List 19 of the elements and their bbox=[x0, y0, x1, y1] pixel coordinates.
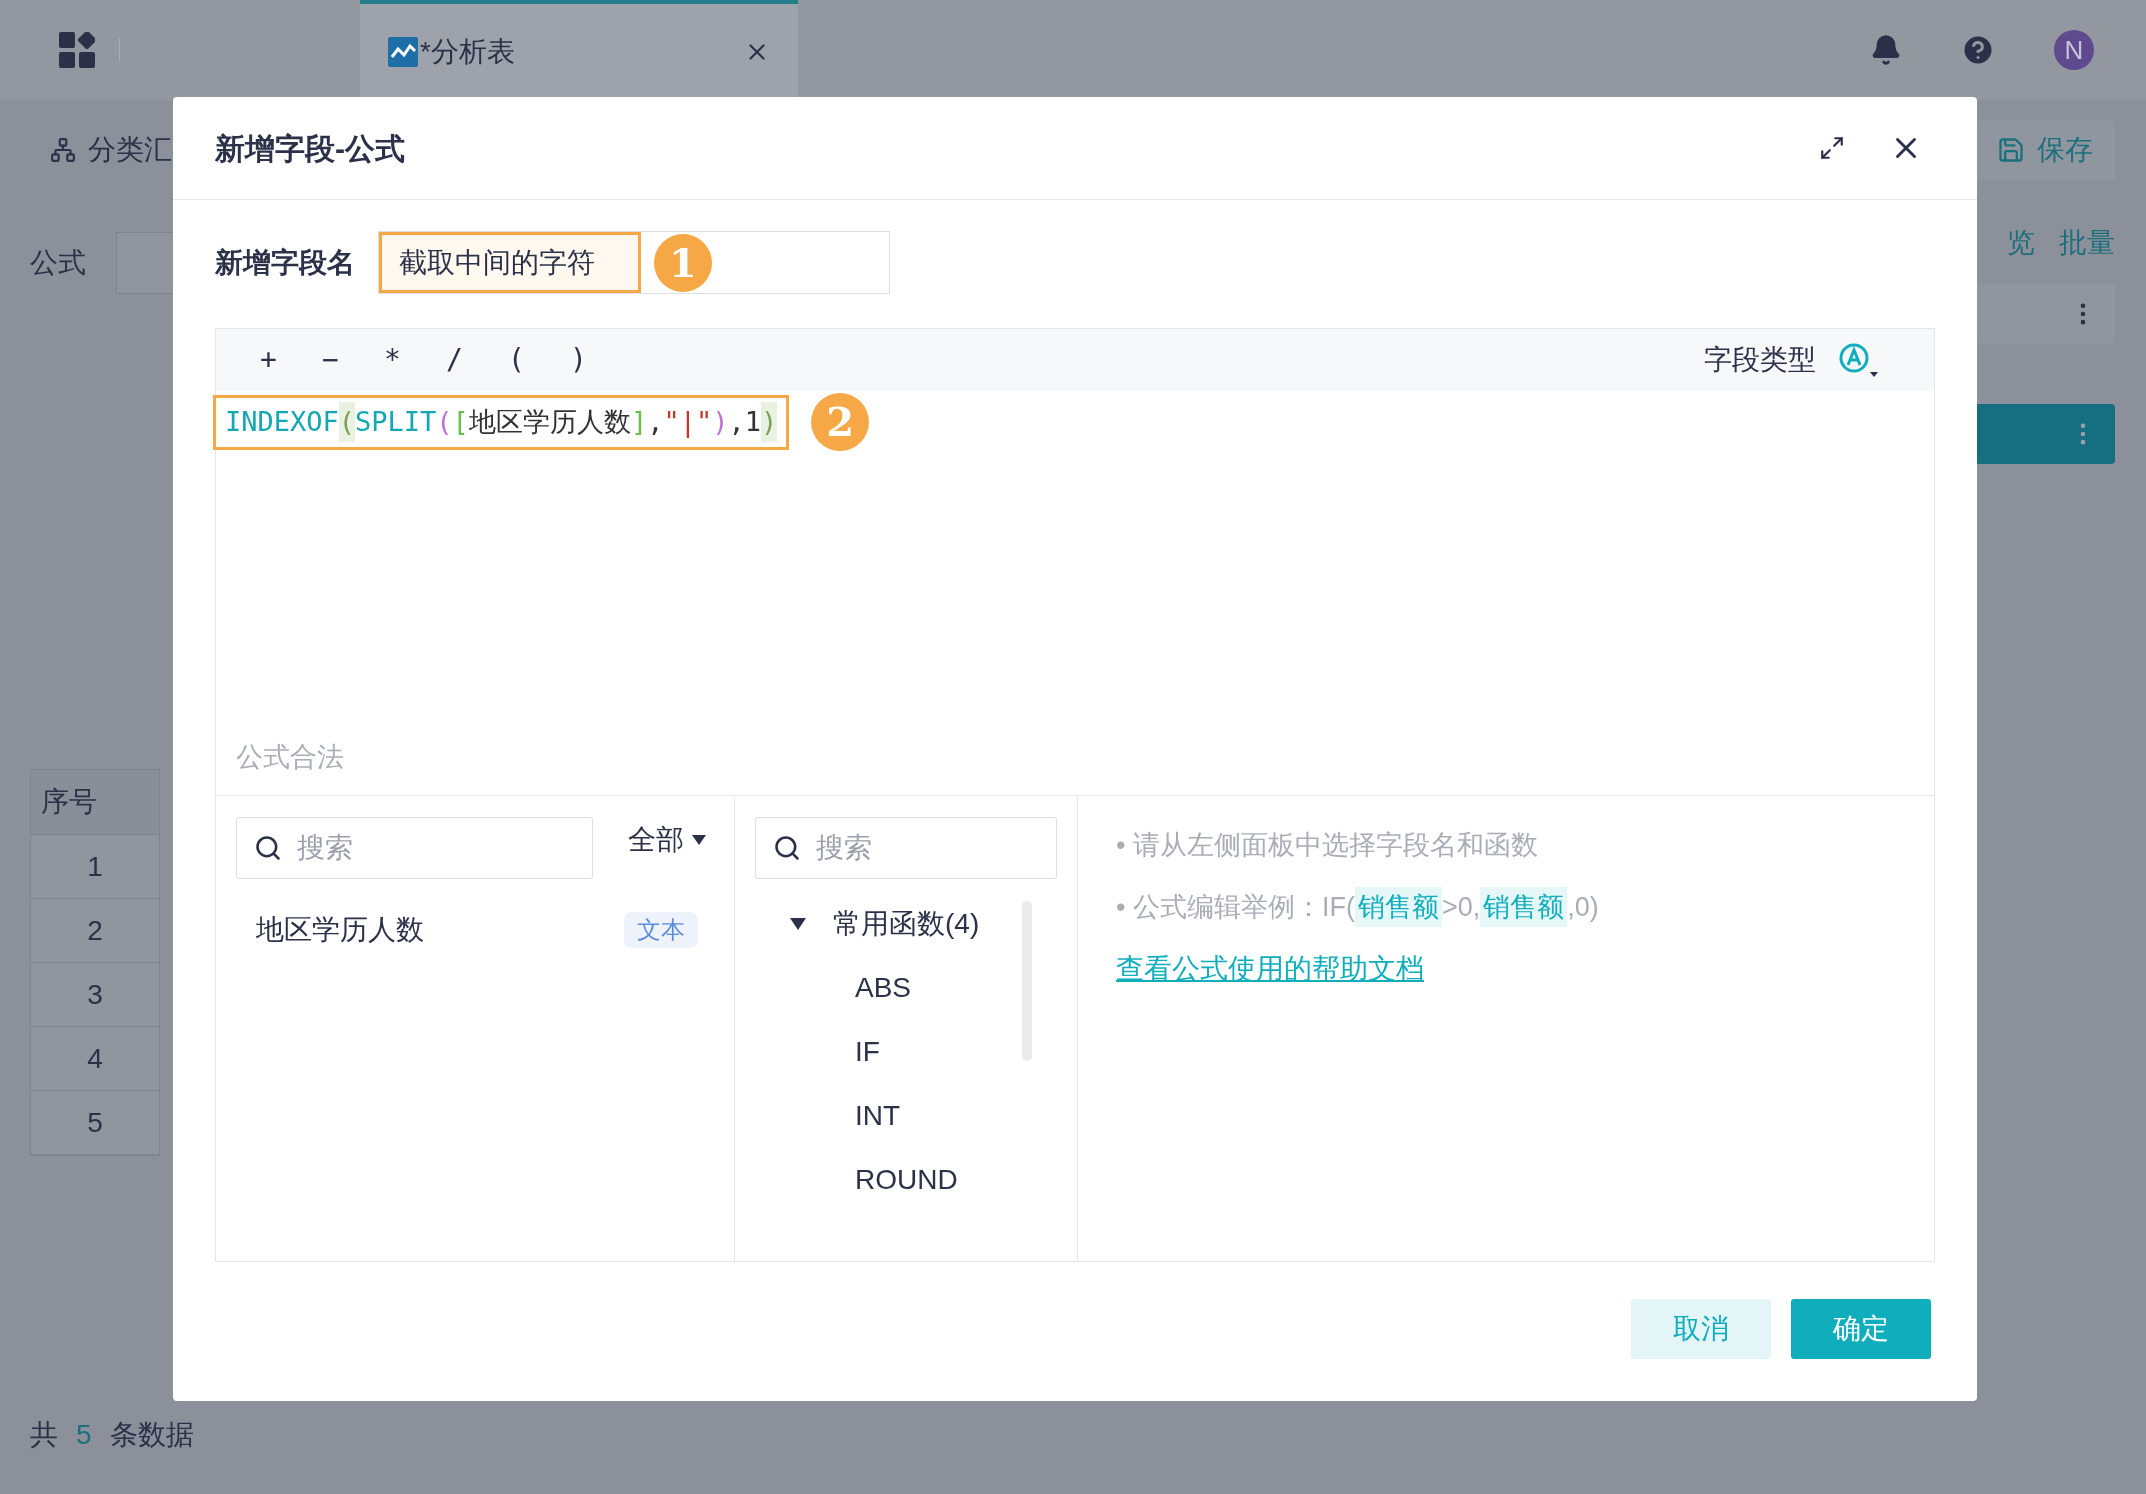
field-type-label: 字段类型 bbox=[1704, 343, 1816, 377]
step-badge: 1 bbox=[654, 233, 712, 292]
formula-label: 公式 bbox=[30, 246, 86, 280]
table-cell: 3 bbox=[31, 963, 159, 1027]
step-badge: 2 bbox=[811, 393, 870, 451]
table-cell: 5 bbox=[31, 1091, 159, 1155]
formula-status: 公式合法 bbox=[235, 740, 345, 774]
hint-text: • 公式编辑举例：IF(销售额>0,销售额,0) bbox=[1116, 886, 1599, 928]
table-cell: 2 bbox=[31, 899, 159, 963]
record-count: 5 bbox=[76, 1418, 92, 1452]
type-tag: 文本 bbox=[624, 912, 698, 948]
footer-text: 条数据 bbox=[109, 1418, 194, 1452]
table-cell: 1 bbox=[31, 835, 159, 899]
hint-text: • 请从左侧面板中选择字段名和函数 bbox=[1116, 828, 1538, 862]
table-cell: 4 bbox=[31, 1027, 159, 1091]
footer-text: 共 bbox=[30, 1418, 58, 1452]
tab-title: *分析表 bbox=[420, 35, 515, 69]
dialog-title: 新增字段-公式 bbox=[215, 130, 405, 167]
field-name-label: 新增字段名 bbox=[215, 245, 356, 280]
